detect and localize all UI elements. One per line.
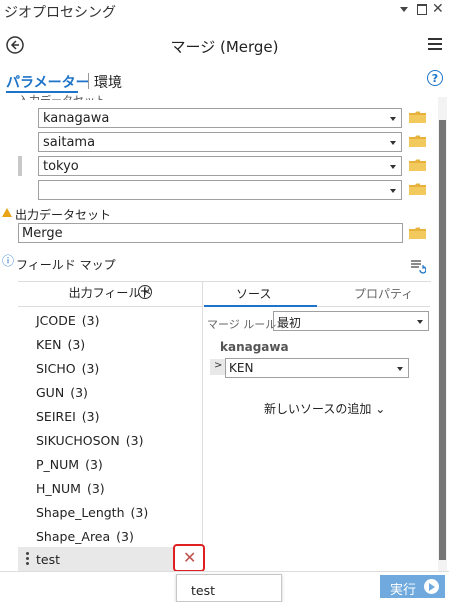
- close-icon[interactable]: ✕: [432, 1, 444, 17]
- field-name: JCODE: [36, 313, 76, 328]
- merge-rule-value: 最初: [277, 316, 302, 330]
- input-dataset-value: kanagawa: [43, 111, 110, 126]
- back-button[interactable]: [6, 36, 24, 54]
- input-dataset-select[interactable]: tokyo: [38, 156, 402, 176]
- tab-sources[interactable]: ソース: [236, 285, 271, 302]
- field-count: (3): [85, 457, 103, 472]
- tab-parameters[interactable]: パラメーター: [6, 72, 90, 92]
- tab-divider: [88, 73, 89, 89]
- field-name: KEN: [36, 337, 62, 352]
- field-count: (3): [81, 361, 100, 376]
- field-count: (3): [67, 337, 86, 352]
- field-list-item[interactable]: GUN (3): [36, 385, 88, 400]
- chevron-down-icon: [390, 141, 396, 145]
- field-list-item[interactable]: Shape_Area (3): [36, 529, 134, 544]
- chevron-down-icon: [390, 117, 396, 121]
- warning-icon: [2, 208, 12, 217]
- field-count: (3): [116, 529, 134, 544]
- field-count: (3): [125, 433, 144, 448]
- field-list-item[interactable]: SICHO (3): [36, 361, 99, 376]
- field-count: (3): [130, 505, 149, 520]
- run-label: 実行: [390, 583, 417, 598]
- expand-source-button[interactable]: >: [210, 359, 225, 375]
- scrollbar-thumb[interactable]: [439, 120, 446, 560]
- field-list-item[interactable]: JCODE (3): [36, 313, 100, 328]
- folder-icon[interactable]: [409, 111, 427, 124]
- folder-icon[interactable]: [409, 135, 427, 148]
- output-dataset-input[interactable]: Merge: [18, 223, 403, 243]
- divider: [18, 306, 203, 307]
- field-name: SEIREI: [36, 409, 76, 424]
- field-name-input[interactable]: test: [36, 552, 60, 567]
- merge-rule-label: マージ ルール: [207, 318, 277, 331]
- field-name: SICHO: [36, 361, 76, 376]
- back-arrow-icon: [6, 36, 24, 54]
- input-dataset-select[interactable]: kanagawa: [38, 108, 402, 128]
- field-name: Shape_Length: [36, 505, 125, 520]
- field-list-item[interactable]: Shape_Length (3): [36, 505, 148, 520]
- field-name: GUN: [36, 385, 65, 400]
- drag-handle[interactable]: [18, 156, 22, 176]
- chevron-down-icon: [390, 165, 396, 169]
- field-count: (3): [81, 409, 100, 424]
- help-icon[interactable]: ?: [427, 70, 443, 86]
- output-dataset-value: Merge: [22, 226, 63, 241]
- chevron-right-icon: >: [214, 360, 223, 371]
- hamburger-menu-icon[interactable]: [428, 38, 442, 53]
- folder-icon[interactable]: [409, 159, 427, 172]
- app-title: ジオプロセシング: [4, 5, 116, 21]
- play-icon: [424, 579, 439, 594]
- field-count: (3): [86, 481, 105, 496]
- chevron-down-icon: [417, 320, 423, 324]
- input-datasets-label: 入力データセット: [18, 92, 106, 100]
- field-name: P_NUM: [36, 457, 80, 472]
- field-list-item[interactable]: SEIREI (3): [36, 409, 100, 424]
- delete-field-button[interactable]: ✕: [173, 544, 205, 572]
- autocomplete-popup: test: [176, 574, 282, 602]
- field-name: Shape_Area: [36, 529, 111, 544]
- merge-rule-select[interactable]: 最初: [273, 311, 429, 331]
- add-field-button[interactable]: +: [138, 285, 152, 299]
- field-name: SIKUCHOSON: [36, 433, 120, 448]
- input-dataset-value: saitama: [43, 135, 96, 150]
- folder-icon[interactable]: [409, 183, 427, 196]
- active-tab-indicator: [204, 305, 317, 307]
- field-map-options-icon[interactable]: [410, 258, 426, 274]
- drag-handle-icon[interactable]: [26, 552, 29, 565]
- field-map-label: フィールド マップ: [16, 258, 116, 272]
- folder-icon[interactable]: [409, 227, 427, 240]
- field-list-item[interactable]: SIKUCHOSON (3): [36, 433, 143, 448]
- field-count: (3): [81, 313, 100, 328]
- info-icon: ⓘ: [2, 254, 15, 268]
- dropdown-arrow-icon[interactable]: [400, 7, 408, 12]
- field-list-item[interactable]: P_NUM (3): [36, 457, 103, 472]
- output-dataset-label: 出力データセット: [15, 208, 112, 222]
- input-dataset-select[interactable]: saitama: [38, 132, 402, 152]
- restore-window-icon[interactable]: [417, 4, 427, 15]
- field-count: (3): [70, 385, 88, 400]
- source-field-value: KEN: [229, 361, 254, 375]
- popup-item[interactable]: test: [191, 583, 215, 598]
- chevron-down-icon: [397, 367, 403, 371]
- output-fields-header: 出力フィールド: [18, 284, 203, 301]
- run-button[interactable]: 実行: [380, 575, 445, 598]
- tab-properties[interactable]: プロパティ: [354, 285, 413, 302]
- source-name: kanagawa: [220, 340, 289, 354]
- input-dataset-value: tokyo: [43, 159, 79, 174]
- chevron-down-icon: [390, 189, 396, 193]
- tool-title: マージ (Merge): [170, 38, 279, 56]
- field-list-item[interactable]: KEN (3): [36, 337, 85, 352]
- tab-environments[interactable]: 環境: [94, 72, 122, 92]
- source-field-select[interactable]: KEN: [225, 358, 409, 378]
- close-icon: ✕: [183, 548, 197, 567]
- field-name: H_NUM: [36, 481, 81, 496]
- add-source-button[interactable]: 新しいソースの追加 ⌄: [264, 400, 385, 417]
- input-dataset-select[interactable]: [38, 180, 402, 200]
- field-list-item[interactable]: H_NUM (3): [36, 481, 105, 496]
